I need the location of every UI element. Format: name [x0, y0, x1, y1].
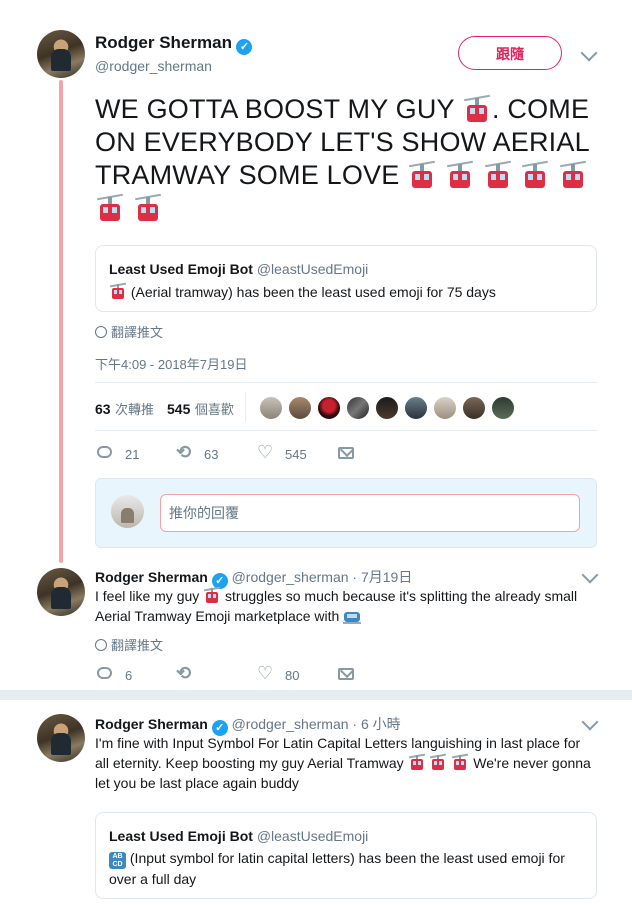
- liker-avatar[interactable]: [258, 395, 284, 421]
- retweet-icon[interactable]: ⟲: [176, 663, 191, 684]
- current-user-avatar: [111, 495, 144, 528]
- heart-icon[interactable]: ♡: [257, 442, 273, 463]
- translate-label: 翻譯推文: [111, 325, 164, 340]
- quoted-author-handle: @leastUsedEmoji: [256, 828, 369, 844]
- mail-icon[interactable]: [338, 668, 354, 680]
- reply1-time[interactable]: · 7月19日: [352, 569, 412, 585]
- main-text-line3: TRAMWAY SOME LOVE: [95, 160, 400, 190]
- chevron-down-icon[interactable]: [581, 713, 599, 731]
- reply2-author-handle[interactable]: @rodger_sherman: [232, 716, 349, 732]
- liker-avatar[interactable]: [345, 395, 371, 421]
- reply1-reply-count: 6: [125, 668, 133, 683]
- liker-avatar[interactable]: [316, 395, 342, 421]
- reply2-author-avatar[interactable]: [37, 714, 85, 762]
- aerial-tramway-emoji: [134, 193, 161, 223]
- aerial-tramway-emoji: [522, 160, 549, 190]
- mountain-railway-emoji: [343, 608, 362, 624]
- quoted-text: (Aerial tramway) has been the least used…: [130, 284, 496, 300]
- main-author-handle[interactable]: @rodger_sherman: [95, 58, 212, 74]
- likes-stat[interactable]: 545 個喜歡: [167, 399, 234, 419]
- aerial-tramway-emoji: [109, 282, 127, 300]
- aerial-tramway-emoji: [463, 94, 490, 124]
- reply2-author-name[interactable]: Rodger Sherman: [95, 716, 208, 732]
- quoted-author-name: Least Used Emoji Bot: [109, 828, 253, 844]
- retweets-stat[interactable]: 63 次轉推: [95, 399, 154, 419]
- aerial-tramway-emoji: [430, 753, 447, 771]
- reply1-text: I feel like my guy struggles so much bec…: [95, 586, 578, 624]
- translate-link[interactable]: 翻譯推文: [95, 322, 163, 341]
- reply1-author-name[interactable]: Rodger Sherman: [95, 569, 208, 585]
- aerial-tramway-emoji: [484, 160, 511, 190]
- main-author[interactable]: Rodger Sherman ✓: [95, 33, 253, 55]
- main-text-line1b: . COME: [491, 94, 590, 124]
- main-text-line1: WE GOTTA BOOST MY GUY: [95, 94, 455, 124]
- divider: [95, 382, 597, 383]
- globe-icon: [95, 326, 107, 338]
- follow-button[interactable]: 跟隨: [458, 36, 562, 70]
- main-tweet-text: WE GOTTA BOOST MY GUY . COME ON EVERYBOD…: [95, 93, 595, 225]
- conversation-separator: [0, 690, 632, 700]
- input-latin-uppercase-emoji: AB CD: [109, 852, 126, 869]
- liker-avatar[interactable]: [403, 395, 429, 421]
- reply-count: 21: [125, 447, 140, 462]
- quoted-author-name: Least Used Emoji Bot: [109, 261, 253, 277]
- reply2-text: I'm fine with Input Symbol For Latin Cap…: [95, 735, 591, 791]
- verified-icon: ✓: [236, 39, 253, 55]
- retweet-count: 63: [204, 447, 219, 462]
- main-text-line2: ON EVERYBODY LET'S SHOW AERIAL: [95, 127, 590, 157]
- liker-avatar[interactable]: [461, 395, 487, 421]
- reply1-like-count: 80: [285, 668, 300, 683]
- divider: [95, 430, 597, 431]
- retweet-icon[interactable]: ⟲: [176, 442, 191, 463]
- reply-input[interactable]: 推你的回覆: [160, 494, 580, 532]
- thread-line: [59, 80, 63, 563]
- heart-icon[interactable]: ♡: [257, 663, 273, 684]
- liker-avatar[interactable]: [287, 395, 313, 421]
- aerial-tramway-emoji: [409, 160, 436, 190]
- like-count: 545: [285, 447, 307, 462]
- aerial-tramway-emoji: [408, 753, 425, 771]
- globe-icon: [95, 639, 107, 651]
- reply1-translate-link[interactable]: 翻譯推文: [95, 635, 163, 654]
- reply1-author-handle[interactable]: @rodger_sherman: [232, 569, 349, 585]
- aerial-tramway-emoji: [452, 753, 469, 771]
- reply1-author-avatar[interactable]: [37, 568, 85, 616]
- aerial-tramway-emoji: [97, 193, 123, 223]
- main-author-avatar[interactable]: [37, 30, 85, 78]
- quoted-author-handle: @leastUsedEmoji: [256, 261, 369, 277]
- chevron-down-icon[interactable]: [581, 566, 599, 584]
- chevron-down-icon[interactable]: [580, 44, 598, 62]
- reply2-quoted-tweet[interactable]: Least Used Emoji Bot @leastUsedEmoji AB C…: [95, 812, 597, 899]
- liker-avatar[interactable]: [374, 395, 400, 421]
- aerial-tramway-emoji: [204, 586, 221, 604]
- mail-icon[interactable]: [338, 447, 354, 459]
- reply-icon[interactable]: [97, 446, 112, 458]
- reply-icon[interactable]: [97, 667, 112, 679]
- stats-divider: [245, 392, 246, 422]
- aerial-tramway-emoji: [446, 160, 473, 190]
- quoted-text-b: over a full day: [109, 871, 197, 887]
- quoted-text-a: (Input symbol for latin capital letters)…: [129, 850, 565, 866]
- liker-avatar[interactable]: [432, 395, 458, 421]
- reply2-time[interactable]: · 6 小時: [352, 716, 400, 732]
- main-author-name[interactable]: Rodger Sherman: [95, 33, 232, 52]
- aerial-tramway-emoji: [559, 160, 586, 190]
- tweet-timestamp[interactable]: 下午4:09 - 2018年7月19日: [95, 354, 247, 373]
- quoted-tweet[interactable]: Least Used Emoji Bot @leastUsedEmoji (Ae…: [95, 245, 597, 312]
- liker-avatar[interactable]: [490, 395, 516, 421]
